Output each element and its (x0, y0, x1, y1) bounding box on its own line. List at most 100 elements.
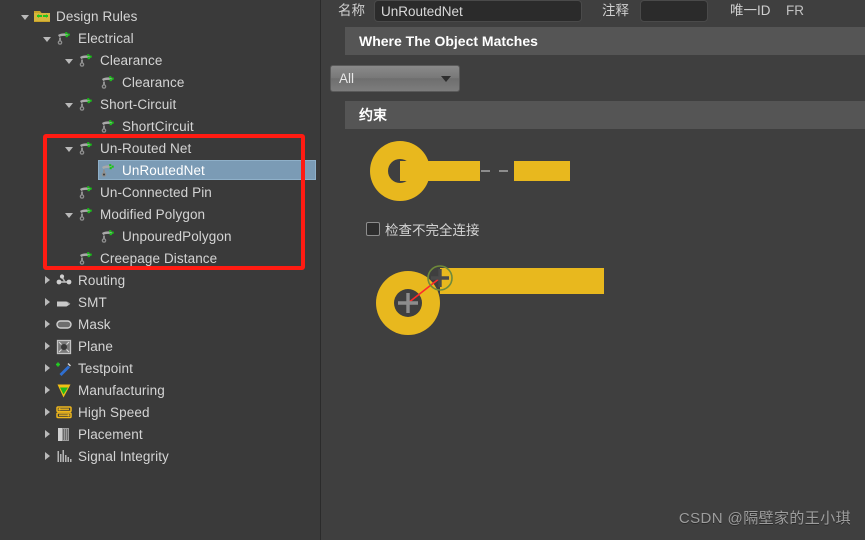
rule-icon (76, 182, 96, 202)
tree-item-clearance[interactable]: Clearance (0, 49, 320, 71)
tree-item-label: Plane (78, 338, 114, 354)
tree-item-label: Signal Integrity (78, 448, 169, 464)
comment-input[interactable] (640, 0, 708, 22)
track-segment-shape (514, 161, 570, 181)
collapse-arrow-icon[interactable] (62, 49, 76, 71)
collapse-arrow-icon[interactable] (40, 27, 54, 49)
tree-item-design-rules[interactable]: Design Rules (0, 5, 320, 27)
scope-dropdown[interactable]: All (330, 65, 460, 92)
signal-integrity-icon (54, 446, 74, 466)
tree-item-manufacturing[interactable]: Manufacturing (0, 379, 320, 401)
rule-icon (76, 94, 96, 114)
tree-item-unroutednet[interactable]: UnRoutedNet (0, 159, 320, 181)
tree-item-short-circuit[interactable]: Short-Circuit (0, 93, 320, 115)
rule-icon (98, 226, 118, 246)
routing-icon (54, 270, 74, 290)
expand-arrow-icon[interactable] (40, 291, 54, 313)
rule-icon (76, 138, 96, 158)
expand-arrow-icon[interactable] (40, 379, 54, 401)
scope-dropdown-box[interactable]: All (330, 65, 460, 92)
tree-list: Design Rules Electrical Clearance Clearance… (0, 0, 320, 467)
testpoint-icon (54, 358, 74, 378)
tree-item-electrical[interactable]: Electrical (0, 27, 320, 49)
constraint-header: 约束 (345, 101, 865, 129)
rule-identity-fields: 名称 注释 唯一ID FR (330, 0, 865, 22)
tree-item-label: Mask (78, 316, 111, 332)
collapse-arrow-icon[interactable] (18, 5, 32, 27)
rule-icon (98, 160, 118, 180)
rule-icon (98, 116, 118, 136)
rule-icon (54, 28, 74, 48)
tree-item-label: UnpouredPolygon (122, 228, 232, 244)
name-field-label: 名称 (338, 3, 365, 18)
tree-item-label: High Speed (78, 404, 150, 420)
plane-icon (54, 336, 74, 356)
tree-item-unpouredpolygon[interactable]: UnpouredPolygon (0, 225, 320, 247)
incomplete-connection-illustration (376, 265, 604, 335)
expand-arrow-icon[interactable] (40, 335, 54, 357)
tree-item-label: Modified Polygon (100, 206, 206, 222)
rule-icon (76, 248, 96, 268)
manufacturing-icon (54, 380, 74, 400)
chevron-down-icon (441, 75, 451, 82)
tree-item-label: ShortCircuit (122, 118, 194, 134)
tree-item-un-connected-pin[interactable]: Un-Connected Pin (0, 181, 320, 203)
rule-icon (98, 72, 118, 92)
check-incomplete-connection-row[interactable]: 检查不完全连接 (366, 219, 480, 239)
tree-item-routing[interactable]: Routing (0, 269, 320, 291)
tree-item-label: Manufacturing (78, 382, 165, 398)
design-rules-dialog: Design Rules Electrical Clearance Clearance… (0, 0, 865, 540)
tree-item-label: UnRoutedNet (122, 162, 205, 178)
name-input[interactable] (374, 0, 582, 22)
tree-item-plane[interactable]: Plane (0, 335, 320, 357)
mask-icon (54, 314, 74, 334)
expand-arrow-icon[interactable] (40, 445, 54, 467)
design-rules-tree-panel[interactable]: Design Rules Electrical Clearance Clearance… (0, 0, 321, 540)
where-object-matches-header: Where The Object Matches (345, 27, 865, 55)
tree-item-creepage-distance[interactable]: Creepage Distance (0, 247, 320, 269)
tree-item-shortcircuit[interactable]: ShortCircuit (0, 115, 320, 137)
tree-item-smt[interactable]: SMT (0, 291, 320, 313)
tree-item-mask[interactable]: Mask (0, 313, 320, 335)
expand-arrow-icon[interactable] (40, 401, 54, 423)
expand-arrow-icon[interactable] (40, 357, 54, 379)
smt-icon (54, 292, 74, 312)
collapse-arrow-icon[interactable] (62, 137, 76, 159)
placement-icon (54, 424, 74, 444)
watermark-text: CSDN @隔壁家的王小琪 (678, 510, 851, 527)
tree-item-high-speed[interactable]: High Speed (0, 401, 320, 423)
expand-arrow-icon[interactable] (40, 313, 54, 335)
tree-item-label: SMT (78, 294, 107, 310)
check-incomplete-connection-checkbox[interactable] (366, 222, 380, 236)
tree-item-un-routed-net[interactable]: Un-Routed Net (0, 137, 320, 159)
tree-item-label: Routing (78, 272, 126, 288)
expand-arrow-icon[interactable] (40, 269, 54, 291)
tree-item-label: Design Rules (56, 8, 138, 24)
tree-item-clearance[interactable]: Clearance (0, 71, 320, 93)
tree-item-label: Un-Connected Pin (100, 184, 212, 200)
collapse-arrow-icon[interactable] (62, 203, 76, 225)
rule-editor-panel: 名称 注释 唯一ID FR Where The Object Matches A… (330, 0, 865, 540)
tree-item-modified-polygon[interactable]: Modified Polygon (0, 203, 320, 225)
tree-item-label: Short-Circuit (100, 96, 177, 112)
tree-item-signal-integrity[interactable]: Signal Integrity (0, 445, 320, 467)
tree-item-label: Clearance (100, 52, 163, 68)
pad-with-track-shape (370, 141, 480, 201)
tree-item-label: Creepage Distance (100, 250, 218, 266)
scope-dropdown-value: All (339, 71, 355, 86)
expand-arrow-icon[interactable] (40, 423, 54, 445)
unrouted-net-illustration (370, 141, 570, 201)
tree-item-placement[interactable]: Placement (0, 423, 320, 445)
collapse-arrow-icon[interactable] (62, 93, 76, 115)
tree-item-label: Electrical (78, 30, 134, 46)
tree-item-label: Testpoint (78, 360, 133, 376)
tree-item-testpoint[interactable]: Testpoint (0, 357, 320, 379)
rule-icon (76, 50, 96, 70)
rule-icon (76, 204, 96, 224)
truncated-column-label: FR (786, 3, 804, 18)
design-rules-folder-icon (32, 6, 52, 26)
